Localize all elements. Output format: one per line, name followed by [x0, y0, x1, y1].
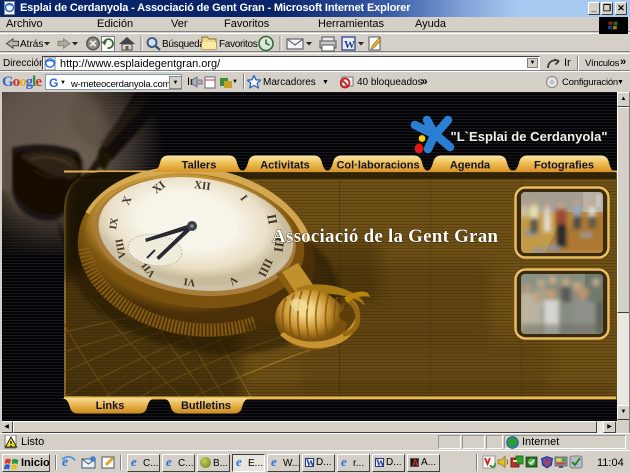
svg-text:Associació de la Gent Gran: Associació de la Gent Gran [272, 226, 498, 247]
svg-text:IX: IX [108, 217, 121, 230]
svg-text:VI: VI [183, 275, 196, 288]
svg-text:Links: Links [96, 400, 125, 412]
svg-text:Activitats: Activitats [260, 160, 310, 172]
svg-text:Fotografies: Fotografies [534, 160, 594, 172]
svg-text:Búsqueda: Búsqueda [162, 39, 205, 50]
svg-text:Tallers: Tallers [182, 160, 217, 172]
svg-text:Agenda: Agenda [450, 160, 491, 172]
svg-text:W: W [344, 39, 355, 51]
svg-text:"L`Esplai de Cerdanyola": "L`Esplai de Cerdanyola" [451, 129, 608, 144]
svg-text:XII: XII [193, 179, 211, 193]
svg-text:Favoritos: Favoritos [219, 39, 258, 50]
svg-text:Butlletins: Butlletins [181, 400, 231, 412]
svg-text:Col·laboracions: Col·laboracions [336, 160, 419, 172]
svg-text:Atrás: Atrás [20, 39, 43, 50]
